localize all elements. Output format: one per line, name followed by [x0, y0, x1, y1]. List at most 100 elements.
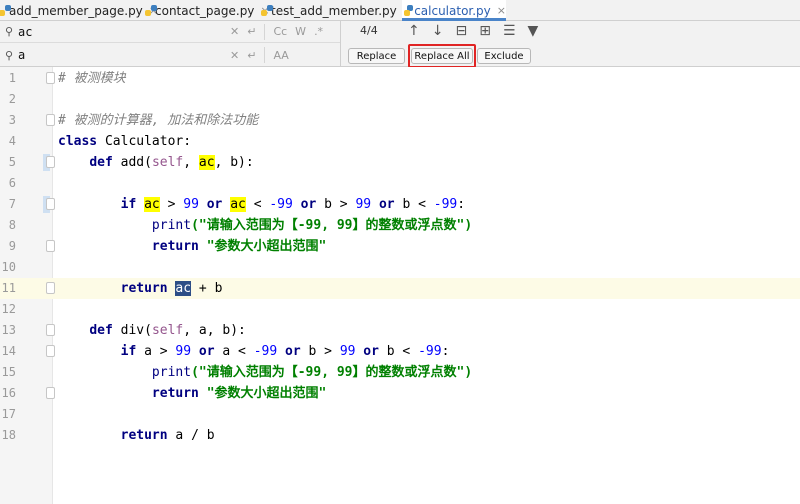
code-line[interactable]: 6: [0, 173, 800, 194]
line-number: 2: [8, 92, 16, 106]
fold-icon[interactable]: [46, 282, 55, 294]
divider: [264, 23, 266, 40]
filter-icon[interactable]: ▼: [528, 23, 539, 39]
code-line[interactable]: 16 return "参数大小超出范围": [0, 383, 800, 404]
clear-search-icon[interactable]: ✕: [230, 25, 239, 38]
code-editor[interactable]: 1 # 被测模块 2 3 # 被测的计算器, 加法和除法功能 4 class C…: [0, 67, 800, 504]
param: a: [198, 323, 207, 338]
fold-icon[interactable]: [46, 387, 55, 399]
code-line[interactable]: 12: [0, 299, 800, 320]
replace-all-highlight: [408, 44, 476, 68]
keyword: if: [120, 197, 137, 212]
code-line[interactable]: 18 return a / b: [0, 425, 800, 446]
builtin: print: [151, 218, 192, 233]
code-line[interactable]: 14 if a > 99 or a < -99 or b > 99 or b <…: [0, 341, 800, 362]
code-line[interactable]: 13 def div(self, a, b):: [0, 320, 800, 341]
number: 99: [183, 197, 199, 212]
keyword: def: [89, 155, 113, 170]
code-line[interactable]: 3 # 被测的计算器, 加法和除法功能: [0, 110, 800, 131]
keyword: or: [378, 197, 395, 212]
search-match: ac: [230, 197, 246, 212]
code-line[interactable]: 10: [0, 257, 800, 278]
editor-tab-bar: add_member_page.py × contact_page.py × t…: [0, 0, 800, 21]
match-count: 4/4: [360, 24, 378, 37]
keyword: or: [363, 344, 379, 359]
search-match: ac: [198, 155, 215, 170]
param: a: [144, 344, 152, 359]
code-line[interactable]: 4 class Calculator:: [0, 131, 800, 152]
tab-test-add-member[interactable]: test_add_member.py ×: [261, 0, 412, 21]
fold-icon[interactable]: [46, 345, 55, 357]
panel-divider: [340, 21, 341, 67]
next-occurrence-icon[interactable]: ↓: [432, 23, 444, 39]
previous-occurrence-icon[interactable]: ↑: [408, 23, 420, 39]
function-name: div: [120, 323, 145, 338]
number: -99: [418, 344, 442, 359]
replace-input[interactable]: a: [18, 48, 230, 62]
fold-icon[interactable]: [46, 324, 55, 336]
clear-replace-icon[interactable]: ✕: [230, 49, 239, 62]
fold-icon[interactable]: [46, 72, 55, 84]
new-line-icon[interactable]: ↵: [247, 49, 256, 62]
line-number: 5: [8, 155, 16, 169]
string: ("请输入范围为【-99, 99】的整数或浮点数"): [191, 365, 473, 380]
close-tab-icon[interactable]: ×: [497, 4, 506, 17]
search-options: ✕ ↵ Cc W .*: [230, 23, 323, 40]
code-line-current[interactable]: 11 return ac + b: [0, 278, 800, 299]
code-line[interactable]: 2: [0, 89, 800, 110]
code-line[interactable]: 9 return "参数大小超出范围": [0, 236, 800, 257]
function-name: add: [120, 155, 145, 170]
search-history-icon[interactable]: ⚲: [0, 25, 18, 38]
match-case-toggle[interactable]: Cc: [273, 25, 287, 38]
exclude-button[interactable]: Exclude: [477, 48, 531, 64]
keyword: or: [198, 344, 215, 359]
keyword: if: [120, 344, 137, 359]
tab-contact-page[interactable]: contact_page.py ×: [145, 0, 270, 21]
tab-calculator[interactable]: calculator.py ×: [402, 0, 506, 21]
line-number: 1: [8, 71, 16, 85]
string: "参数大小超出范围": [206, 386, 327, 401]
code-line[interactable]: 8 print("请输入范围为【-99, 99】的整数或浮点数"): [0, 215, 800, 236]
number: 99: [175, 344, 192, 359]
search-match-selected: ac: [175, 281, 192, 296]
fold-icon[interactable]: [46, 156, 55, 168]
line-number: 4: [8, 134, 16, 148]
replace-history-icon[interactable]: ⚲: [0, 49, 18, 62]
keyword: return: [151, 386, 199, 401]
replace-button[interactable]: Replace: [348, 48, 405, 64]
select-all-occurrences-icon[interactable]: ⊞: [479, 23, 491, 39]
param: b: [214, 281, 223, 296]
new-line-icon[interactable]: ↵: [247, 25, 256, 38]
fold-icon[interactable]: [46, 198, 55, 210]
whole-words-toggle[interactable]: W: [295, 25, 306, 38]
fold-icon[interactable]: [46, 240, 55, 252]
line-number: 11: [1, 281, 16, 295]
number: -99: [269, 197, 293, 212]
in-selection-icon[interactable]: ☰: [503, 23, 516, 39]
param: b: [324, 197, 332, 212]
string: ("请输入范围为【-99, 99】的整数或浮点数"): [191, 218, 473, 233]
line-number: 10: [1, 260, 16, 274]
number: 99: [339, 344, 356, 359]
param: a: [175, 428, 184, 443]
line-number: 16: [1, 386, 16, 400]
code-line[interactable]: 5 def add(self, ac, b):: [0, 152, 800, 173]
code-line[interactable]: 15 print("请输入范围为【-99, 99】的整数或浮点数"): [0, 362, 800, 383]
add-selection-icon[interactable]: ⊟: [455, 23, 467, 39]
param: b: [230, 155, 239, 170]
param: b: [402, 197, 411, 212]
code-line[interactable]: 17: [0, 404, 800, 425]
code-line[interactable]: 1 # 被测模块: [0, 68, 800, 89]
code-line[interactable]: 7 if ac > 99 or ac < -99 or b > 99 or b …: [0, 194, 800, 215]
tab-label: calculator.py: [414, 3, 491, 18]
search-input[interactable]: ac: [18, 25, 230, 39]
param: b: [222, 323, 231, 338]
fold-icon[interactable]: [46, 114, 55, 126]
keyword: class: [58, 134, 98, 149]
keyword: or: [206, 197, 223, 212]
preserve-case-toggle[interactable]: AA: [273, 49, 288, 62]
param: b: [308, 344, 317, 359]
regex-toggle[interactable]: .*: [314, 25, 323, 38]
number: -99: [253, 344, 278, 359]
tab-add-member-page[interactable]: add_member_page.py ×: [0, 0, 158, 21]
